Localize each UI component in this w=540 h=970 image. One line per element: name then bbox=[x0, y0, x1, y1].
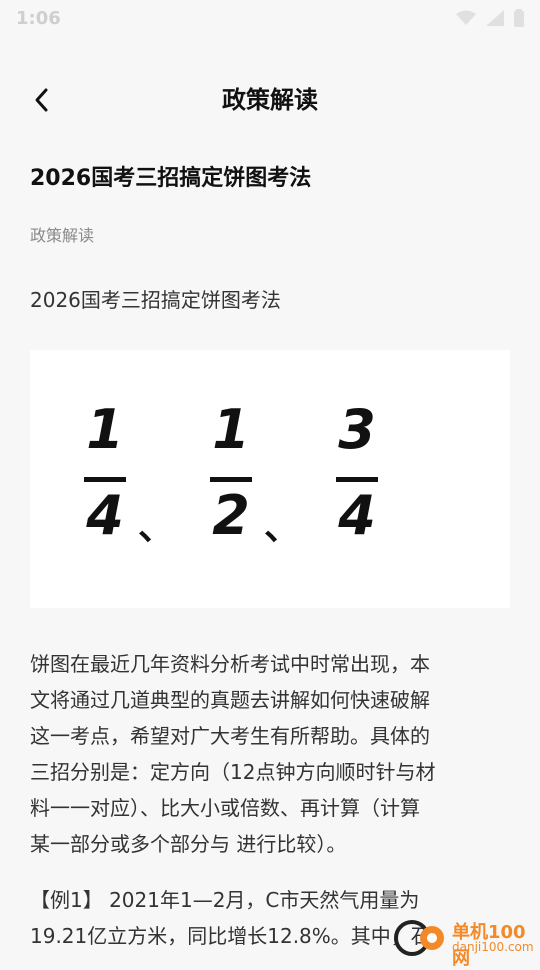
article-image: 1 4 、 1 2 、 3 4 bbox=[30, 350, 510, 608]
fraction-one-half: 1 2 、 bbox=[206, 398, 300, 550]
body-line: 三招分别是：定方向（12点钟方向顺时针与材 bbox=[30, 760, 436, 784]
signal-icon bbox=[486, 10, 504, 26]
body-line: 饼图在最近几年资料分析考试中时常出现，本 bbox=[30, 652, 430, 676]
article-body: 饼图在最近几年资料分析考试中时常出现，本 文将通过几道典型的真题去讲解如何快速破… bbox=[30, 646, 510, 862]
page-title: 政策解读 bbox=[222, 86, 318, 114]
fraction-denominator: 2 bbox=[212, 484, 250, 547]
fraction-bar bbox=[84, 477, 126, 482]
example-line: 【例1】 2021年1—2月，C市天然气用量为 bbox=[30, 888, 420, 912]
fraction-numerator: 1 bbox=[212, 398, 250, 461]
status-bar: 1:06 bbox=[0, 0, 540, 36]
logo-icon bbox=[394, 920, 444, 956]
body-line: 文将通过几道典型的真题去讲解如何快速破解 bbox=[30, 688, 430, 712]
article-category: 政策解读 bbox=[30, 226, 95, 245]
fraction-separator: 、 bbox=[138, 507, 175, 548]
fraction-three-quarters: 3 4 bbox=[332, 400, 402, 550]
fraction-bar bbox=[336, 477, 378, 482]
wifi-icon bbox=[456, 10, 476, 25]
body-line: 某一部分或多个部分与 进行比较）。 bbox=[30, 832, 347, 856]
article-content: 2026国考三招搞定饼图考法 政策解读 2026国考三招搞定饼图考法 1 4 、… bbox=[30, 150, 510, 954]
fraction-separator: 、 bbox=[264, 507, 301, 548]
fraction-bar bbox=[210, 477, 252, 482]
body-line: 料一一对应）、比大小或倍数、再计算（计算 bbox=[30, 796, 420, 820]
status-icons bbox=[456, 9, 524, 27]
fraction-numerator: 1 bbox=[86, 398, 124, 461]
app-header: 政策解读 bbox=[0, 70, 540, 130]
status-time: 1:06 bbox=[16, 7, 61, 29]
fraction-one-quarter: 1 4 、 bbox=[80, 398, 174, 550]
article-title: 2026国考三招搞定饼图考法 bbox=[30, 166, 312, 191]
fraction-numerator: 3 bbox=[338, 398, 376, 461]
battery-icon bbox=[514, 9, 524, 27]
watermark-subtext: danji100.com bbox=[452, 940, 534, 954]
fraction-denominator: 4 bbox=[86, 484, 124, 547]
watermark-logo: 单机100网 danji100.com bbox=[392, 916, 540, 969]
article-lead: 2026国考三招搞定饼图考法 bbox=[30, 288, 281, 312]
fraction-denominator: 4 bbox=[338, 484, 376, 547]
body-line: 这一考点，希望对广大考生有所帮助。具体的 bbox=[30, 724, 430, 748]
